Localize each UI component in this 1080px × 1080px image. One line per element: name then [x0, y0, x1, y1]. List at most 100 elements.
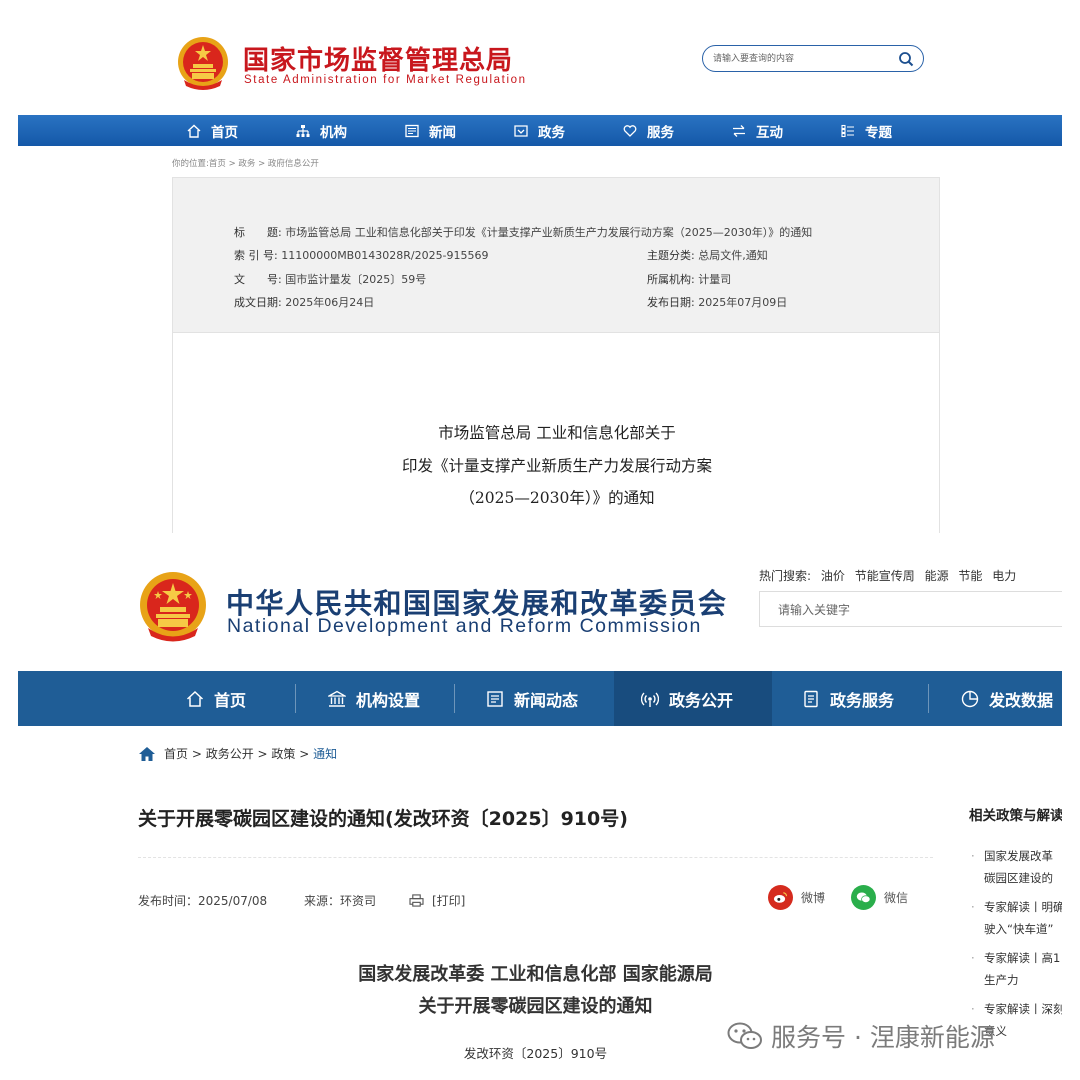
search-input[interactable]	[713, 51, 888, 67]
wechat-icon	[851, 885, 876, 910]
print-button[interactable]: [打印]	[409, 892, 465, 909]
nav-item-gov[interactable]: 政务	[514, 115, 565, 146]
breadcrumb-separator: >	[253, 746, 272, 761]
link-line: 专家解读丨高1	[984, 951, 1061, 965]
doc-title-line: 市场监管总局 工业和信息化部关于	[438, 424, 676, 442]
source: 来源：环资司	[304, 894, 377, 908]
meta-value: 总局文件,通知	[698, 249, 768, 262]
topic-icon	[841, 124, 854, 137]
body-title-line: 国家发展改革委 工业和信息化部 国家能源局	[358, 964, 713, 985]
nav-item-data[interactable]: 发改数据	[961, 671, 1053, 726]
nav-item-home[interactable]: 首页	[187, 115, 238, 146]
link-line: 碳园区建设的	[984, 871, 1053, 885]
related-policy-link[interactable]: 国家发展改革 碳园区建设的	[969, 845, 1062, 889]
breadcrumb-link[interactable]: 首页	[164, 745, 188, 762]
meta-date-row: 成文日期: 2025年06月24日	[234, 294, 374, 310]
related-policy-link[interactable]: 专家解读丨高1 生产力	[969, 947, 1062, 991]
nav-item-gov-affairs[interactable]: 政务公开	[614, 671, 772, 726]
search-input[interactable]	[778, 601, 1048, 619]
ndrc-page: 中华人民共和国国家发展和改革委员会 National Development a…	[0, 533, 1080, 1080]
share-wechat-button[interactable]: 微信	[851, 885, 908, 910]
news-icon	[405, 124, 419, 137]
printer-icon	[409, 894, 424, 907]
meta-docno-row: 文 号: 国市监计量发〔2025〕59号	[234, 271, 426, 287]
breadcrumb-current[interactable]: 通知	[313, 745, 337, 762]
breadcrumb-link[interactable]: 政策	[271, 745, 295, 762]
national-emblem-icon	[178, 37, 228, 90]
link-line: 专家解读丨深刻	[984, 1002, 1062, 1016]
meta-label: 主题分类:	[647, 249, 695, 262]
heart-icon	[623, 124, 637, 137]
nav-label: 机构设置	[356, 690, 421, 710]
sidebar-heading: 相关政策与解读	[969, 808, 1062, 824]
main-nav: 首页 机构 新闻 政务 服务 互动 专题	[18, 115, 1062, 146]
nav-label: 政务公开	[669, 690, 734, 710]
nav-divider	[454, 684, 455, 713]
meta-category-row: 主题分类: 总局文件,通知	[647, 247, 768, 263]
meta-label: 成文日期:	[234, 296, 282, 309]
nav-item-home[interactable]: 首页	[186, 671, 246, 726]
document-icon	[804, 690, 818, 707]
nav-label: 机构	[320, 124, 347, 141]
meta-index-row: 索 引 号: 11100000MB0143028R/2025-915569	[234, 247, 489, 263]
search-icon[interactable]	[898, 51, 914, 67]
nav-item-topic[interactable]: 专题	[841, 115, 892, 146]
nav-item-service[interactable]: 政务服务	[802, 671, 894, 726]
meta-label: 发布日期:	[647, 296, 695, 309]
body-title-line: 关于开展零碳园区建设的通知	[418, 996, 653, 1017]
meta-publish-row: 发布日期: 2025年07月09日	[647, 294, 787, 310]
meta-label: 索 引 号:	[234, 249, 278, 262]
doc-title-line: （2025—2030年）》的通知	[459, 489, 655, 507]
breadcrumb: 你的位置:首页 > 政务 > 政府信息公开	[172, 159, 319, 169]
breadcrumb-link[interactable]: 政务公开	[206, 745, 254, 762]
divider	[138, 857, 933, 858]
nav-divider	[928, 684, 929, 713]
nav-item-org[interactable]: 机构设置	[328, 671, 420, 726]
nav-label: 服务	[647, 124, 674, 141]
doc-title-line: 印发《计量支撑产业新质生产力发展行动方案	[401, 457, 712, 475]
home-icon	[186, 690, 204, 707]
site-subtitle: State Administration for Market Regulati…	[244, 74, 527, 86]
national-emblem-icon	[140, 572, 206, 642]
hot-search-term[interactable]: 节能	[958, 569, 982, 583]
building-icon	[328, 690, 346, 707]
meta-label: 文 号:	[234, 273, 282, 286]
hot-search-term[interactable]: 油价	[821, 569, 845, 583]
share-weibo-button[interactable]: 微博	[768, 885, 825, 910]
nav-item-service[interactable]: 服务	[623, 115, 674, 146]
exchange-icon	[733, 124, 745, 137]
page-title: 关于开展零碳园区建设的通知(发改环资〔2025〕910号)	[138, 808, 628, 830]
meta-value: 市场监管总局 工业和信息化部关于印发《计量支撑产业新质生产力发展行动方案（202…	[285, 226, 813, 239]
pie-chart-icon	[961, 690, 979, 707]
nav-label: 新闻	[429, 124, 456, 141]
nav-label: 首页	[211, 124, 238, 141]
related-policy-link[interactable]: 专家解读丨明确 驶入“快车道”	[969, 896, 1062, 940]
breadcrumb: 首页 > 政务公开 > 政策 > 通知	[138, 745, 337, 762]
search-box	[759, 591, 1062, 627]
hot-search: 热门搜索: 油价 节能宣传周 能源 节能 电力	[759, 567, 1022, 584]
newspaper-icon	[487, 690, 503, 707]
nav-divider	[295, 684, 296, 713]
search-box	[702, 45, 924, 72]
hot-search-term[interactable]: 电力	[992, 569, 1016, 583]
meta-value: 计量司	[698, 273, 732, 286]
hot-search-term[interactable]: 能源	[925, 569, 949, 583]
link-line: 驶入“快车道”	[984, 922, 1054, 936]
nav-item-org[interactable]: 机构	[296, 115, 347, 146]
print-label: [打印]	[432, 894, 466, 908]
gov-icon	[514, 124, 528, 137]
nav-item-news[interactable]: 新闻动态	[486, 671, 578, 726]
watermark: 服务号 · 涅康新能源	[727, 1018, 995, 1054]
meta-value: 11100000MB0143028R/2025-915569	[281, 249, 489, 262]
breadcrumb-separator: >	[295, 746, 314, 761]
share-label: 微博	[801, 891, 826, 905]
meta-value: 2025年07月09日	[698, 296, 788, 309]
link-line: 专家解读丨明确	[984, 900, 1062, 914]
main-nav: 首页 机构设置 新闻动态 政务公开 政务服务 发改数据	[18, 671, 1062, 726]
link-line: 意义	[984, 1024, 1007, 1038]
nav-item-interact[interactable]: 互动	[732, 115, 783, 146]
nav-item-news[interactable]: 新闻	[405, 115, 456, 146]
nav-label: 首页	[214, 690, 247, 710]
hot-search-label: 热门搜索:	[759, 569, 812, 583]
hot-search-term[interactable]: 节能宣传周	[855, 569, 915, 583]
